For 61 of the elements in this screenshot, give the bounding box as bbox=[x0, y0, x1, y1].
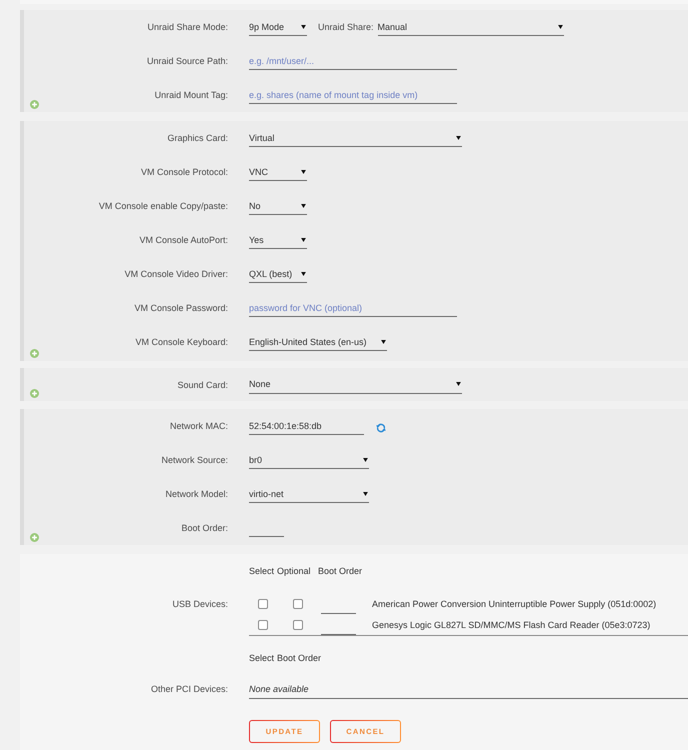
device-name: American Power Conversion Uninterruptible Power Supply (051d:0002) bbox=[372, 598, 658, 608]
caret-icon bbox=[456, 382, 461, 386]
caret-icon bbox=[301, 238, 306, 242]
plus-circle-icon[interactable] bbox=[30, 533, 39, 542]
field-label: Other PCI Devices: bbox=[150, 684, 228, 694]
field-label: VM Console AutoPort: bbox=[139, 235, 228, 245]
caret-icon bbox=[301, 170, 306, 174]
checkbox[interactable] bbox=[292, 598, 302, 608]
column-header: Boot Order bbox=[277, 653, 322, 663]
share-select[interactable]: Manual bbox=[378, 18, 564, 36]
caret-icon bbox=[363, 492, 368, 496]
field-label: Boot Order: bbox=[181, 523, 228, 533]
checkbox[interactable] bbox=[292, 620, 302, 630]
copy-paste-select[interactable]: No bbox=[249, 197, 307, 215]
column-header: Boot Order bbox=[318, 566, 364, 576]
device-name: Genesys Logic GL827L SD/MMC/MS Flash Card Reader (05e3:0723) bbox=[372, 620, 652, 630]
field-label: Unraid Share Mode: bbox=[147, 22, 228, 32]
field-label: Unraid Source Path: bbox=[146, 56, 228, 66]
mount-tag-field[interactable]: e.g. shares (name of mount tag inside vm) bbox=[249, 86, 457, 104]
network-source-select[interactable]: br0 bbox=[249, 451, 369, 469]
caret-icon bbox=[301, 272, 306, 276]
plus-circle-icon[interactable] bbox=[30, 389, 39, 398]
caret-icon bbox=[381, 340, 386, 344]
field-label: Network Source: bbox=[161, 455, 228, 465]
checkbox[interactable] bbox=[258, 598, 268, 608]
mac-address-field[interactable]: 52:54:00:1e:58:db bbox=[249, 417, 364, 435]
caret-icon bbox=[363, 458, 368, 462]
field-label: VM Console Protocol: bbox=[140, 167, 228, 177]
field-label: Graphics Card: bbox=[167, 133, 228, 143]
caret-icon bbox=[558, 24, 563, 28]
field-label: Network MAC: bbox=[170, 421, 228, 431]
field-label: VM Console enable Copy/paste: bbox=[98, 201, 228, 211]
pci-devices-field: None available bbox=[249, 679, 688, 699]
field-label: USB Devices: bbox=[172, 598, 228, 608]
refresh-icon[interactable] bbox=[376, 422, 386, 432]
field-label: VM Console Keyboard: bbox=[135, 337, 228, 347]
source-path-field[interactable]: e.g. /mnt/user/... bbox=[249, 52, 457, 70]
password-field[interactable]: password for VNC (optional) bbox=[249, 299, 457, 317]
caret-icon bbox=[456, 136, 461, 140]
protocol-select[interactable]: VNC bbox=[249, 163, 307, 181]
share-mode-select[interactable]: 9p Mode bbox=[249, 18, 307, 36]
checkbox[interactable] bbox=[258, 620, 268, 630]
graphics-card-select[interactable]: Virtual bbox=[249, 129, 462, 147]
column-header: Select bbox=[249, 653, 276, 663]
plus-circle-icon[interactable] bbox=[30, 100, 39, 109]
field-label: Unraid Mount Tag: bbox=[154, 90, 228, 100]
field-label: VM Console Password: bbox=[134, 303, 228, 313]
field-label: Network Model: bbox=[165, 489, 228, 499]
plus-circle-icon[interactable] bbox=[30, 349, 39, 358]
caret-icon bbox=[301, 24, 306, 28]
column-header: Optional bbox=[277, 566, 312, 576]
field-label: Sound Card: bbox=[177, 380, 228, 390]
column-header: Select bbox=[249, 566, 276, 576]
sound-card-select[interactable]: None bbox=[249, 376, 462, 394]
video-driver-select[interactable]: QXL (best) bbox=[249, 265, 307, 283]
keyboard-select[interactable]: English-United States (en-us) bbox=[249, 333, 387, 351]
network-model-select[interactable]: virtio-net bbox=[249, 485, 369, 503]
field-label: Unraid Share: bbox=[318, 22, 374, 32]
caret-icon bbox=[301, 204, 306, 208]
autoport-select[interactable]: Yes bbox=[249, 231, 307, 249]
field-label: VM Console Video Driver: bbox=[124, 269, 228, 279]
